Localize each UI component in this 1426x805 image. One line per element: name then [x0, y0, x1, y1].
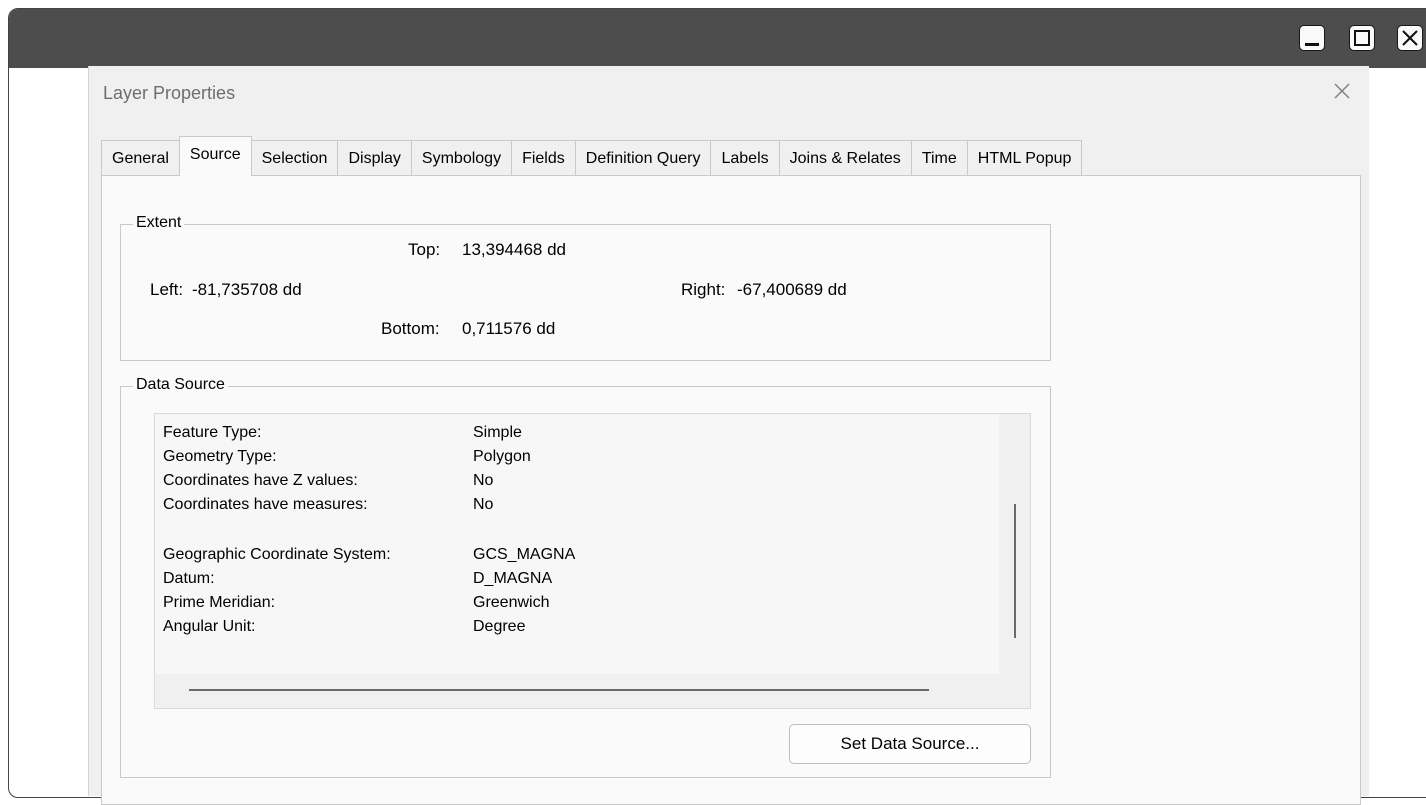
- info-value: No: [473, 496, 494, 513]
- extent-group: Extent Top: 13,394468 dd Left: -81,73570…: [120, 214, 1051, 361]
- extent-right-value: -67,400689 dd: [737, 280, 847, 299]
- tab-definition-query[interactable]: Definition Query: [574, 140, 712, 176]
- info-value: Greenwich: [473, 594, 550, 611]
- close-icon: [1402, 30, 1418, 46]
- info-label: Geographic Coordinate System:: [163, 546, 391, 563]
- horizontal-scroll-thumb[interactable]: [189, 689, 929, 691]
- info-label: Geometry Type:: [163, 448, 277, 465]
- tab-selection[interactable]: Selection: [250, 140, 339, 176]
- info-label: Prime Meridian:: [163, 594, 276, 611]
- minimize-button[interactable]: [1299, 25, 1325, 51]
- title-bar: [9, 9, 1426, 68]
- extent-bottom-value: 0,711576 dd: [462, 319, 556, 338]
- extent-left-label: Left:: [150, 280, 184, 299]
- tab-source[interactable]: Source: [178, 136, 252, 176]
- info-label: Coordinates have measures:: [163, 496, 368, 513]
- data-source-info-box: Feature Type: Simple Geometry Type: Poly…: [154, 413, 1031, 709]
- tab-strip: General Source Selection Display Symbolo…: [101, 136, 1083, 176]
- extent-top-value: 13,394468 dd: [462, 240, 566, 259]
- info-label: Coordinates have Z values:: [163, 472, 358, 489]
- vertical-scroll-thumb[interactable]: [1014, 504, 1016, 638]
- tab-labels[interactable]: Labels: [710, 140, 780, 176]
- info-value: No: [473, 472, 494, 489]
- vertical-scrollbar[interactable]: [999, 414, 1030, 674]
- extent-right-label: Right:: [681, 280, 726, 299]
- info-value: D_MAGNA: [473, 570, 553, 587]
- layer-properties-dialog: Layer Properties General Source Selectio…: [88, 66, 1369, 805]
- tab-html-popup[interactable]: HTML Popup: [966, 140, 1083, 176]
- info-label: Angular Unit:: [163, 618, 256, 635]
- info-value: Polygon: [473, 448, 531, 465]
- extent-top-label: Top:: [408, 240, 441, 259]
- tab-display[interactable]: Display: [337, 140, 412, 176]
- horizontal-scrollbar[interactable]: [155, 674, 1030, 708]
- set-data-source-button[interactable]: Set Data Source...: [789, 724, 1031, 764]
- tab-fields[interactable]: Fields: [511, 140, 576, 176]
- info-label: Feature Type:: [163, 424, 262, 441]
- tab-joins-relates[interactable]: Joins & Relates: [778, 140, 912, 176]
- tab-general[interactable]: General: [101, 140, 180, 176]
- extent-left-value: -81,735708 dd: [192, 280, 302, 299]
- data-source-group: Data Source Feature Type: Simple Geometr…: [120, 376, 1051, 778]
- source-tab-panel: Extent Top: 13,394468 dd Left: -81,73570…: [101, 175, 1361, 805]
- info-value: GCS_MAGNA: [473, 546, 576, 563]
- tab-symbology[interactable]: Symbology: [410, 140, 513, 176]
- maximize-button[interactable]: [1349, 25, 1375, 51]
- maximize-icon: [1354, 30, 1370, 46]
- extent-bottom-label: Bottom:: [381, 319, 440, 338]
- dialog-title: Layer Properties: [103, 83, 236, 103]
- info-label: Datum:: [163, 570, 215, 587]
- data-source-legend: Data Source: [133, 376, 228, 394]
- info-value: Degree: [473, 618, 526, 635]
- tab-time[interactable]: Time: [910, 140, 968, 176]
- info-value: Simple: [473, 424, 522, 441]
- window-close-button[interactable]: [1397, 25, 1423, 51]
- extent-legend: Extent: [133, 214, 185, 232]
- minimize-icon: [1305, 43, 1319, 46]
- dialog-close-icon[interactable]: [1331, 80, 1353, 102]
